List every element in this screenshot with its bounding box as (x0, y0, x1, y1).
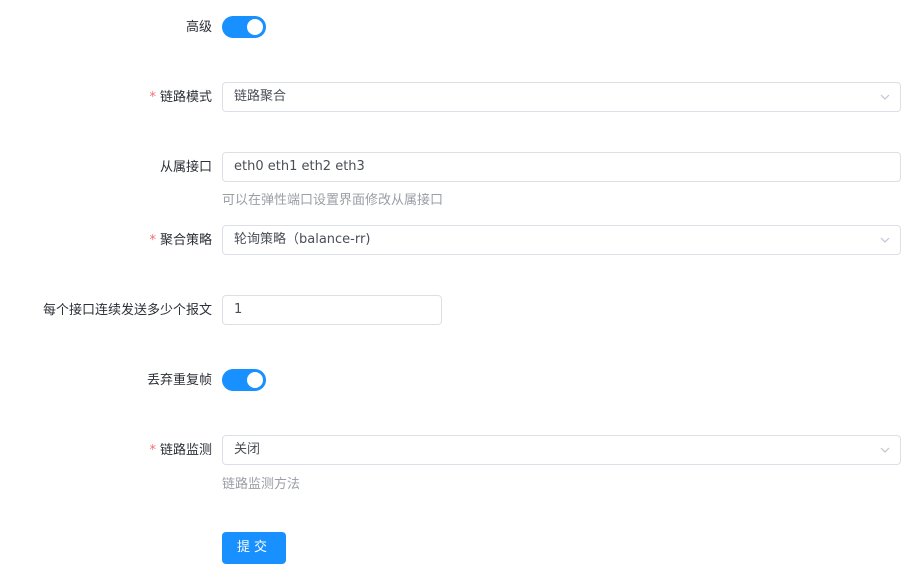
toggle-knob (247, 372, 263, 388)
submit-button[interactable]: 提交 (222, 532, 286, 564)
advanced-label: 高级 (185, 20, 212, 35)
aggregation-policy-value: 轮询策略（balance-rr) (234, 232, 371, 247)
link-monitor-label: * 链路监测 (149, 443, 212, 458)
packets-per-interface-value: 1 (234, 302, 243, 317)
link-mode-select[interactable]: 链路聚合 (222, 82, 901, 112)
drop-duplicate-toggle[interactable] (222, 369, 266, 391)
chevron-down-icon (880, 237, 890, 243)
slave-interfaces-hint: 可以在弹性端口设置界面修改从属接口 (222, 193, 444, 208)
slave-interfaces-input[interactable]: eth0 eth1 eth2 eth3 (222, 152, 901, 182)
slave-interfaces-label: 从属接口 (159, 160, 212, 175)
packets-per-interface-label: 每个接口连续发送多少个报文 (42, 303, 212, 318)
chevron-down-icon (880, 447, 890, 453)
required-mark: * (149, 443, 156, 458)
advanced-toggle[interactable] (222, 16, 266, 38)
link-monitor-hint: 链路监测方法 (222, 477, 301, 492)
link-monitor-value: 关闭 (234, 442, 261, 457)
aggregation-policy-select[interactable]: 轮询策略（balance-rr) (222, 225, 901, 255)
chevron-down-icon (880, 94, 890, 100)
packets-per-interface-input[interactable]: 1 (222, 295, 442, 325)
link-mode-label: * 链路模式 (149, 90, 212, 105)
bond-settings-form: 高级 * 链路模式 链路聚合 从属接口 eth0 eth1 eth2 eth3 可… (0, 0, 912, 571)
toggle-knob (247, 19, 263, 35)
slave-interfaces-value: eth0 eth1 eth2 eth3 (234, 159, 365, 174)
drop-duplicate-label: 丢弃重复帧 (146, 373, 212, 388)
aggregation-policy-label: * 聚合策略 (149, 233, 212, 248)
required-mark: * (149, 90, 156, 105)
link-monitor-select[interactable]: 关闭 (222, 435, 901, 465)
link-mode-value: 链路聚合 (234, 89, 287, 104)
required-mark: * (149, 233, 156, 248)
